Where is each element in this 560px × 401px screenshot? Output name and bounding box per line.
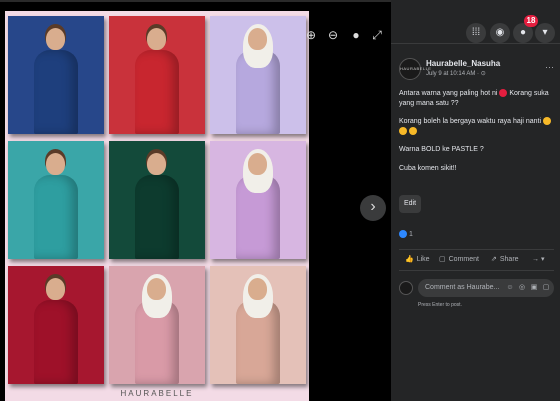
share-icon: ⇗	[491, 256, 497, 263]
smile-emoji-icon	[543, 117, 551, 126]
share-button[interactable]: ⇗ Share	[491, 255, 519, 263]
post-photo[interactable]: HAURABELLE	[5, 11, 309, 401]
share-label: Share	[499, 256, 519, 263]
brand-watermark: HAURABELLE	[120, 389, 194, 398]
outfit-tile	[210, 141, 306, 259]
viewer-top-border	[0, 0, 391, 2]
outfit-figure	[34, 175, 78, 259]
fullscreen-icon[interactable]: ⤢	[370, 28, 384, 42]
outfit-tile	[109, 266, 205, 384]
comment-button[interactable]: ▢ Comment	[439, 255, 479, 263]
emoji-icon[interactable]: ☺	[506, 284, 514, 292]
reaction-summary[interactable]: 1	[399, 230, 413, 238]
model-face	[46, 278, 65, 300]
model-face	[248, 278, 267, 300]
outfit-tile	[109, 16, 205, 134]
share-options-button[interactable]: → ▾	[532, 255, 544, 263]
bell-icon: ●	[519, 27, 527, 38]
page-avatar[interactable]: HAURABELLE	[399, 58, 432, 80]
caption-line-3: Warna BOLD ke PASTLE ?	[399, 146, 484, 153]
zoom-out-icon[interactable]: ⊖	[326, 28, 340, 42]
messenger-icon: ◉	[495, 27, 505, 38]
edit-post-button[interactable]: Edit	[399, 195, 421, 213]
caret-down-icon: ▾	[542, 27, 548, 38]
avatar-logo-text: HAURABELLE	[400, 66, 432, 71]
zoom-in-icon[interactable]: ⊕	[304, 28, 318, 42]
press-enter-hint: Press Enter to post.	[418, 302, 462, 308]
comment-icon: ▢	[439, 256, 446, 263]
next-photo-button[interactable]: ›	[360, 195, 386, 221]
messenger-button[interactable]: ◉	[490, 23, 510, 43]
post-timestamp[interactable]: July 9 at 10:14 AM · ⊙	[426, 70, 486, 77]
gif-icon[interactable]: ▣	[530, 284, 538, 292]
outfit-figure	[135, 175, 179, 259]
like-button[interactable]: 👍 Like	[405, 255, 430, 263]
post-caption: Antara warna yang paling hot ni Korang s…	[399, 89, 554, 182]
outfit-tile	[8, 16, 104, 134]
camera-icon[interactable]: ◎	[518, 284, 526, 292]
model-face	[147, 28, 166, 50]
outfit-figure	[135, 50, 179, 134]
photo-viewer: HAURABELLE ⊕ ⊖ ● ⤢ ›	[0, 0, 391, 401]
chevron-right-icon: ›	[370, 198, 376, 215]
reaction-count: 1	[408, 230, 413, 238]
notification-count-badge: 18	[524, 15, 538, 27]
outfit-tile	[8, 141, 104, 259]
outfit-figure	[34, 300, 78, 384]
model-face	[248, 153, 267, 175]
account-menu-button[interactable]: ▾	[535, 23, 555, 43]
menu-grid-button[interactable]: ⁞⁞⁞	[466, 23, 486, 43]
model-face	[46, 28, 65, 50]
page-name-link[interactable]: Haurabelle_Nasuha	[426, 59, 500, 68]
laugh-emoji-icon	[399, 126, 407, 135]
grid-icon: ⁞⁞⁞	[471, 27, 481, 38]
tag-icon[interactable]: ●	[349, 28, 363, 42]
model-face	[248, 28, 267, 50]
caption-line-1: Antara warna yang paling hot ni Korang s…	[399, 89, 554, 108]
model-face	[46, 153, 65, 175]
commenter-avatar	[399, 281, 413, 295]
comment-placeholder: Comment as Haurabe...	[425, 284, 500, 291]
post-header: HAURABELLE Haurabelle_Nasuha July 9 at 1…	[399, 58, 554, 84]
thumbs-up-icon: 👍	[405, 256, 414, 263]
caption-line-4: Cuba komen sikit!!	[399, 164, 457, 172]
like-label: Like	[416, 256, 430, 263]
wink-emoji-icon	[408, 126, 417, 135]
model-face	[147, 278, 166, 300]
post-action-bar: 👍 Like ▢ Comment ⇗ Share → ▾	[399, 249, 554, 271]
caption-text-2: Korang boleh la bergaya waktu raya haji …	[399, 118, 542, 125]
outfit-tile	[8, 266, 104, 384]
comment-input[interactable]: Comment as Haurabe... ☺ ◎ ▣ ▢	[418, 279, 554, 297]
caption-text-1: Antara warna yang paling hot ni	[399, 90, 498, 97]
comment-composer: Comment as Haurabe... ☺ ◎ ▣ ▢	[399, 279, 554, 299]
comment-label: Comment	[448, 256, 479, 263]
outfit-tile	[109, 141, 205, 259]
sticker-icon[interactable]: ▢	[542, 284, 550, 292]
model-face	[147, 153, 166, 175]
outfit-tile	[210, 266, 306, 384]
more-options-button[interactable]: ···	[545, 62, 554, 72]
like-reaction-icon	[399, 230, 407, 238]
heart-icon	[499, 89, 508, 98]
outfit-figure	[34, 50, 78, 134]
post-side-panel: ⁞⁞⁞ ◉ ● 18 ▾ HAURABELLE Haurabelle_Nasuh…	[391, 0, 560, 401]
caption-line-2: Korang boleh la bergaya waktu raya haji …	[399, 117, 554, 136]
outfit-tile	[210, 16, 306, 134]
panel-top-bar: ⁞⁞⁞ ◉ ● 18 ▾	[391, 0, 560, 44]
